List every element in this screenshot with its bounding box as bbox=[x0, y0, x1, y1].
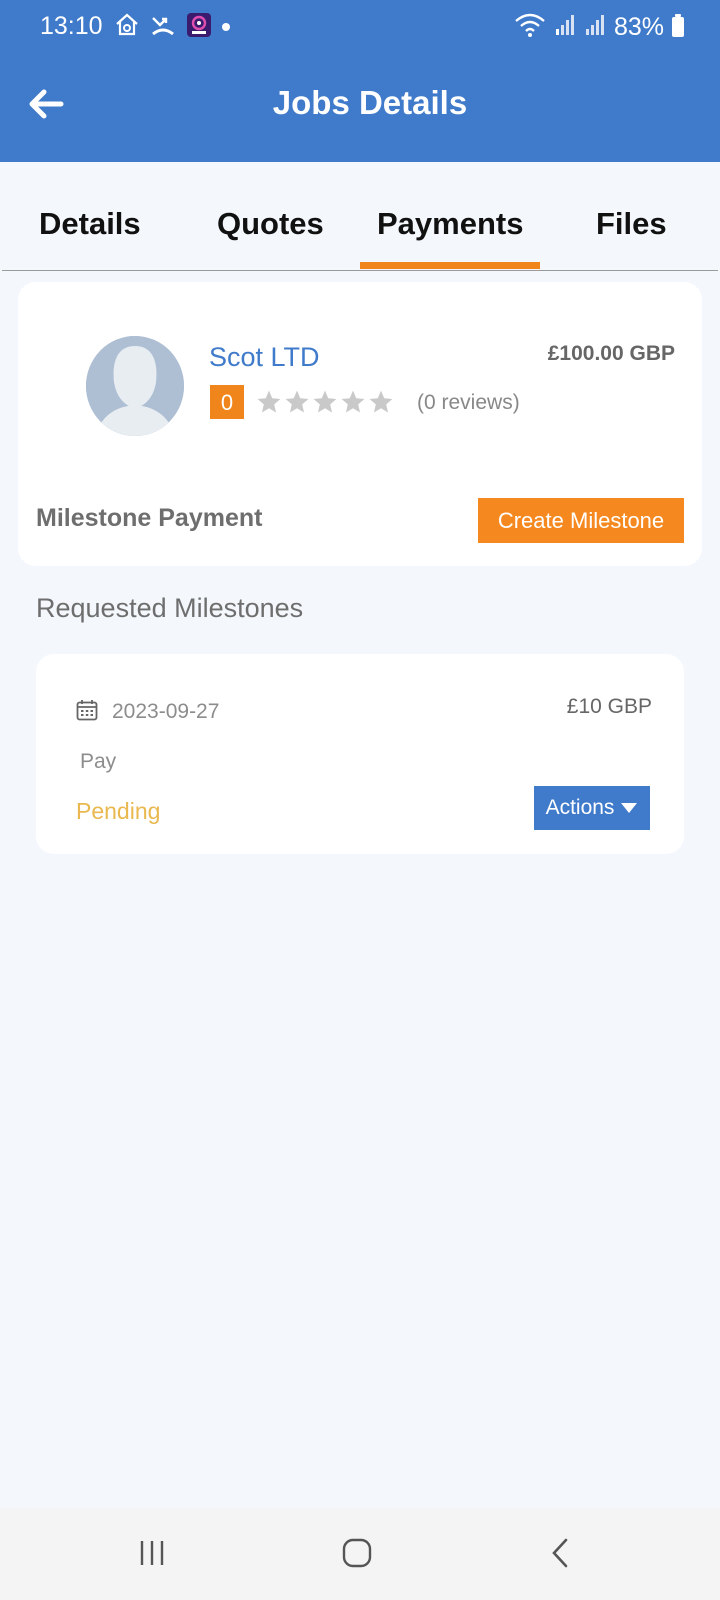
requested-milestones-title: Requested Milestones bbox=[36, 593, 304, 623]
star-icon bbox=[341, 390, 365, 413]
milestone-date: 2023-09-27 bbox=[112, 700, 220, 723]
star-icon bbox=[369, 390, 393, 413]
battery-icon bbox=[672, 14, 684, 37]
tab-bar: Details Quotes Payments Files bbox=[0, 162, 720, 272]
star-icon bbox=[257, 390, 281, 413]
signal-icon bbox=[554, 13, 576, 42]
recent-apps-icon bbox=[140, 1541, 164, 1565]
back-icon bbox=[552, 1538, 568, 1568]
provider-card: Scot LTD £100.00 GBP 0 (0 reviews) Miles… bbox=[18, 282, 702, 566]
tab-details[interactable]: Details bbox=[39, 206, 141, 242]
reviews-count: (0 reviews) bbox=[417, 391, 520, 414]
home-sync-icon bbox=[114, 12, 140, 43]
status-bar: 13:10 83% bbox=[0, 0, 720, 54]
calendar-icon bbox=[76, 700, 98, 721]
status-icons-right: 83% bbox=[514, 12, 684, 42]
milestone-card: 2023-09-27 £10 GBP Pay Pending Actions bbox=[36, 654, 684, 854]
status-icons-left bbox=[114, 12, 230, 42]
avatar bbox=[86, 336, 184, 436]
active-tab-indicator bbox=[360, 262, 540, 269]
actions-dropdown-button[interactable]: Actions bbox=[534, 786, 650, 830]
wifi-icon bbox=[514, 12, 546, 43]
status-time: 13:10 bbox=[40, 12, 103, 40]
tab-payments[interactable]: Payments bbox=[377, 206, 523, 242]
missed-call-icon bbox=[150, 12, 176, 43]
tab-files[interactable]: Files bbox=[596, 206, 667, 242]
signal-icon bbox=[584, 13, 606, 42]
battery-percent: 83% bbox=[613, 12, 664, 41]
page-title: Jobs Details bbox=[272, 84, 468, 121]
app-header: 13:10 83% Jobs Details bbox=[0, 0, 720, 162]
rating-badge: 0 bbox=[210, 385, 244, 419]
star-icon bbox=[285, 390, 309, 413]
star-rating bbox=[256, 385, 394, 419]
tab-divider bbox=[2, 270, 718, 271]
milestone-payment-label: Milestone Payment bbox=[36, 504, 263, 532]
caret-down-icon bbox=[621, 803, 638, 813]
provider-name[interactable]: Scot LTD bbox=[209, 342, 320, 373]
create-milestone-button[interactable]: Create Milestone bbox=[478, 498, 684, 543]
tab-quotes[interactable]: Quotes bbox=[217, 206, 324, 242]
system-back-button[interactable] bbox=[530, 1528, 590, 1578]
recent-apps-button[interactable] bbox=[122, 1528, 182, 1578]
milestone-amount: £10 GBP bbox=[566, 695, 652, 718]
actions-label: Actions bbox=[545, 796, 615, 819]
milestone-description: Pay bbox=[80, 750, 117, 773]
system-nav-bar bbox=[0, 1508, 720, 1600]
home-button[interactable] bbox=[327, 1528, 387, 1578]
app-camera-icon bbox=[186, 12, 212, 43]
status-badge: Pending bbox=[76, 798, 161, 824]
provider-amount: £100.00 GBP bbox=[547, 342, 675, 365]
star-icon bbox=[313, 390, 337, 413]
dot-icon bbox=[222, 23, 230, 31]
home-icon bbox=[342, 1538, 372, 1568]
